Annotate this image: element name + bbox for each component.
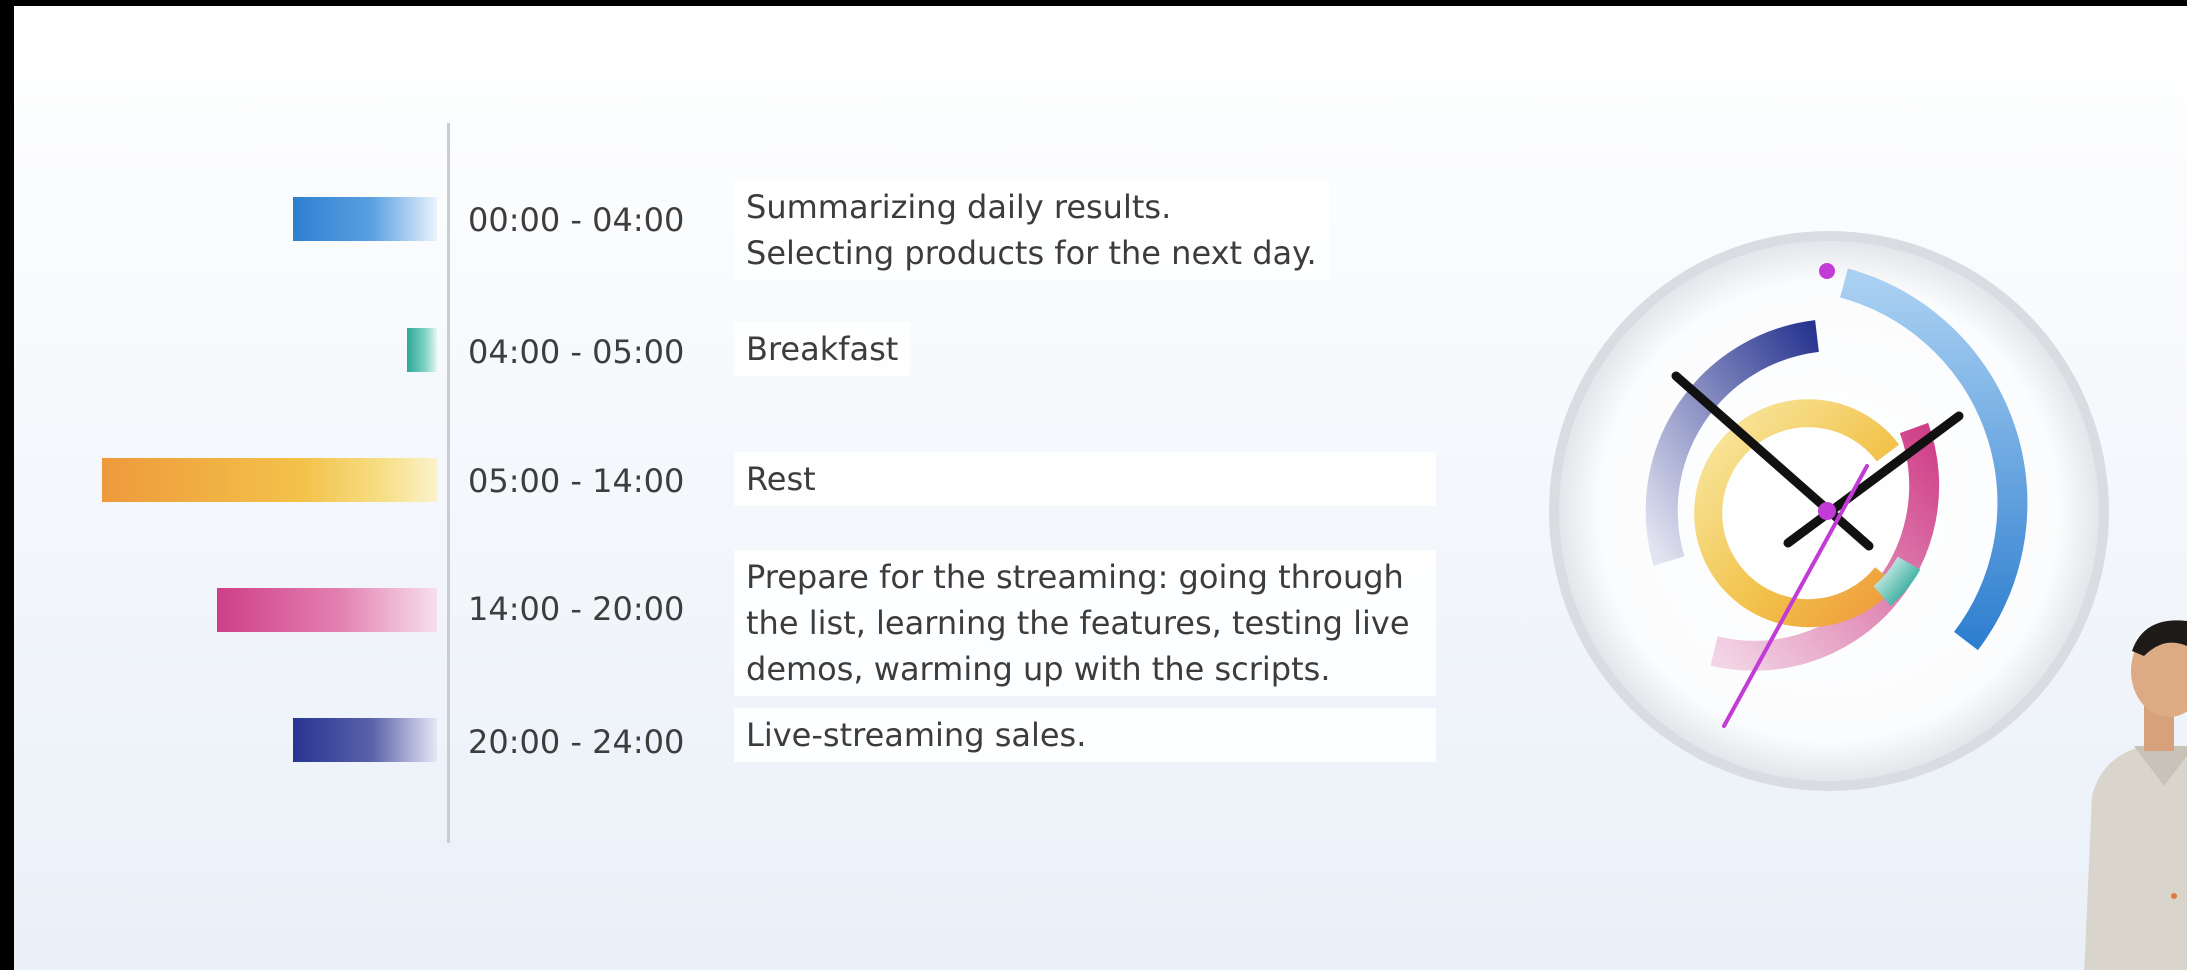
time-range-0400-0500: 04:00 - 05:00 (468, 333, 685, 371)
description-line: Selecting products for the next day. (746, 234, 1317, 272)
time-range-0500-1400: 05:00 - 14:00 (468, 462, 685, 500)
duration-bar-2000-2400 (293, 718, 437, 762)
time-range-2000-2400: 20:00 - 24:00 (468, 723, 685, 761)
clock-icon (1549, 231, 2109, 791)
description-line: Breakfast (746, 330, 899, 368)
duration-bar-0500-1400 (102, 458, 437, 502)
description-0400-0500: Breakfast (734, 322, 911, 376)
description-line: demos, warming up with the scripts. (746, 650, 1331, 688)
description-line: Rest (746, 460, 816, 498)
description-line: Live-streaming sales. (746, 716, 1087, 754)
time-range-0000-0400: 00:00 - 04:00 (468, 201, 685, 239)
duration-bar-1400-2000 (217, 588, 437, 632)
duration-bar-0400-0500 (407, 328, 437, 372)
description-1400-2000: Prepare for the streaming: going through… (734, 550, 1436, 696)
description-0000-0400: Summarizing daily results. Selecting pro… (734, 180, 1329, 280)
time-range-1400-2000: 14:00 - 20:00 (468, 590, 685, 628)
twelve-marker (1819, 263, 1835, 279)
slide: 00:00 - 04:00 Summarizing daily results.… (14, 6, 2187, 970)
timeline-divider (447, 123, 450, 843)
clock-center (1818, 502, 1836, 520)
description-2000-2400: Live-streaming sales. (734, 708, 1436, 762)
description-line: the list, learning the features, testing… (746, 604, 1410, 642)
duration-bar-0000-0400 (293, 197, 437, 241)
presenter-avatar (2084, 620, 2187, 970)
description-line: Prepare for the streaming: going through (746, 558, 1404, 596)
description-0500-1400: Rest (734, 452, 1436, 506)
description-line: Summarizing daily results. (746, 188, 1172, 226)
